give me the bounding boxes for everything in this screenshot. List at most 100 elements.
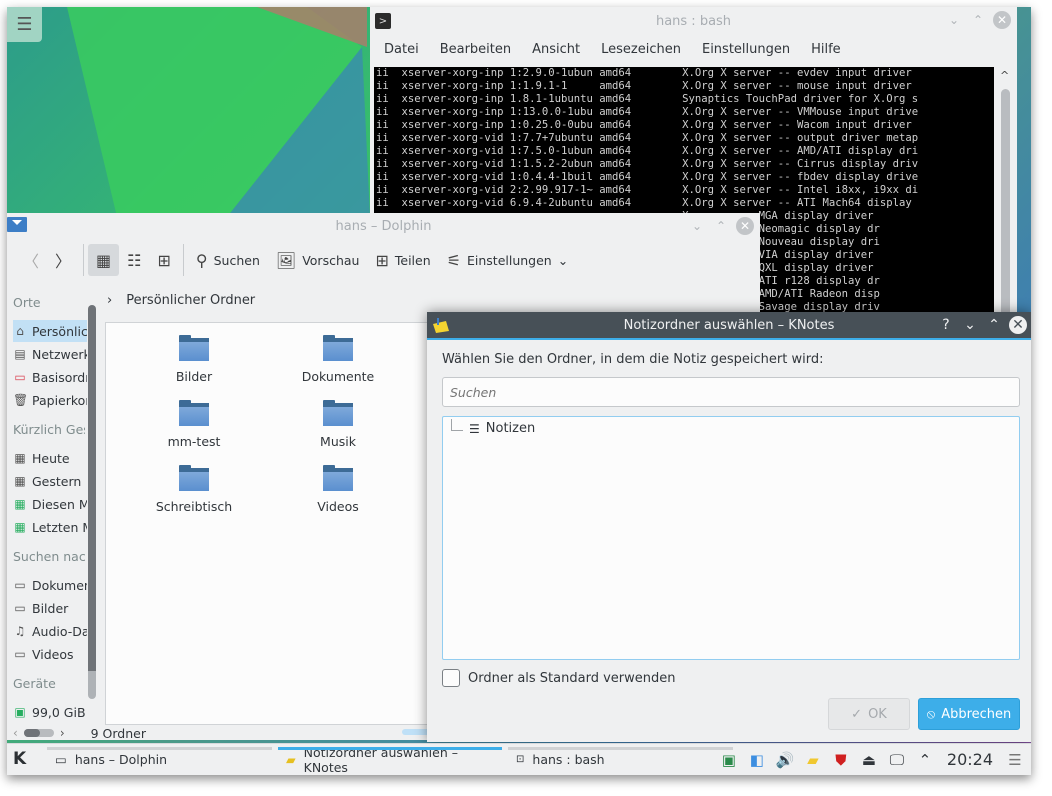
terminal-line: ii xserver-xorg-inp 1:0.25.0-0ubu amd64 … xyxy=(376,119,912,131)
preview-button[interactable]: 🖼 Vorschau xyxy=(268,244,368,276)
cancel-button[interactable]: ⦸ Abbrechen xyxy=(918,698,1020,730)
places-item[interactable]: ▦Diesen Monat xyxy=(13,493,87,515)
minimize-button[interactable]: ⌄ xyxy=(688,217,706,235)
places-item[interactable]: ▦Letzten Monat xyxy=(13,516,87,538)
search-input[interactable] xyxy=(442,377,1020,407)
places-item[interactable]: 🗑Papierkorb xyxy=(13,389,87,411)
folder-item[interactable]: Videos xyxy=(278,465,398,514)
default-folder-checkbox[interactable]: Ordner als Standard verwenden xyxy=(442,669,675,687)
close-button[interactable]: ✕ xyxy=(1009,316,1027,334)
terminal-icon: > xyxy=(375,13,391,29)
scrollbar-thumb[interactable] xyxy=(1001,89,1010,317)
details-view-button[interactable]: ⊞ xyxy=(150,244,179,276)
menu-ansicht[interactable]: Ansicht xyxy=(532,42,580,57)
split-button[interactable]: ⊞ Teilen xyxy=(367,244,438,276)
folder-item[interactable]: mm-test xyxy=(134,400,254,449)
places-item[interactable]: ♫Audio-Dateien xyxy=(13,620,87,642)
preview-label: Vorschau xyxy=(302,252,360,268)
breadcrumb-item[interactable]: Persönlicher Ordner xyxy=(126,293,255,308)
places-panel: Orte ⌂Persönlicher Ordner ▤Netzwerk ▭Bas… xyxy=(7,283,102,723)
display-icon[interactable]: 🖵 xyxy=(887,750,907,770)
network-icon: ▤ xyxy=(14,347,26,361)
network-manager-icon[interactable]: ▣ xyxy=(719,750,739,770)
places-item[interactable]: ▤ Netzwerk xyxy=(13,343,87,365)
back-button[interactable]: 〈 xyxy=(15,244,47,276)
checkbox[interactable] xyxy=(442,669,460,687)
knotes-icon: ▰ xyxy=(286,752,296,767)
settings-button[interactable]: ⚟ Einstellungen ⌄ xyxy=(439,244,577,276)
minimize-button[interactable]: ⌄ xyxy=(945,11,963,29)
folder-item[interactable]: Bilder xyxy=(134,335,254,384)
places-item[interactable]: ▦ Gestern xyxy=(13,470,87,492)
search-icon: ⚲ xyxy=(195,250,208,270)
menu-einstellungen[interactable]: Einstellungen xyxy=(702,42,790,57)
task-konsole[interactable]: ⊡ hans : bash xyxy=(508,744,733,775)
menu-bearbeiten[interactable]: Bearbeiten xyxy=(440,42,511,57)
search-label: Suchen xyxy=(213,252,260,268)
menu-lesezeichen[interactable]: Lesezeichen xyxy=(601,42,681,57)
places-item[interactable]: ▭Basisordner xyxy=(13,366,87,388)
places-item[interactable]: ▦ Heute xyxy=(13,447,87,469)
terminal-scrollbar[interactable]: ^ xyxy=(994,67,1017,317)
tray-expand-icon[interactable]: ⌃ xyxy=(915,750,935,770)
terminal-line: ii xserver-xorg-inp 1:13.0.0-1ubu amd64 … xyxy=(376,106,919,118)
check-icon: ✓ xyxy=(851,706,863,722)
scrollbar-thumb[interactable] xyxy=(88,305,96,695)
volume-icon[interactable]: 🔊 xyxy=(775,750,795,770)
terminal-line: ii xserver-xorg-vid 2:2.99.917-1~ amd64 … xyxy=(376,184,919,196)
forward-button[interactable]: 〉 xyxy=(47,244,79,276)
places-scrollbar[interactable] xyxy=(87,301,97,711)
close-button[interactable]: ✕ xyxy=(736,217,754,235)
icons-view-button[interactable]: ▦ xyxy=(88,244,120,276)
menu-datei[interactable]: Datei xyxy=(384,42,419,57)
folder-item[interactable]: Schreibtisch xyxy=(134,465,254,514)
panel-menu-icon[interactable]: ☰ xyxy=(1005,750,1025,770)
folder-icon xyxy=(323,400,353,426)
software-updates-icon[interactable]: ◧ xyxy=(747,750,767,770)
help-button[interactable]: ? xyxy=(937,316,955,334)
compact-view-button[interactable]: ☷ xyxy=(119,244,149,276)
dolphin-titlebar[interactable]: hans – Dolphin ⌄ ⌃ ✕ xyxy=(7,213,760,239)
task-knotes[interactable]: ▰ Notizordner auswählen – KNotes xyxy=(278,744,502,775)
maximize-button[interactable]: ⌃ xyxy=(969,11,987,29)
places-item[interactable]: ▣99,0 GiB Festplatte xyxy=(13,701,87,723)
places-item[interactable]: ▭ Bilder xyxy=(13,597,87,619)
note-folder-icon: ☰ xyxy=(469,421,480,436)
scroll-up-icon[interactable]: ^ xyxy=(1000,69,1009,82)
home-icon: ⌂ xyxy=(16,324,24,338)
file-view[interactable]: Bilder Dokumente mm-test Musik Schreibti… xyxy=(105,322,445,725)
close-button[interactable]: ✕ xyxy=(993,11,1011,29)
places-hscroll[interactable] xyxy=(23,729,54,737)
scroll-right-icon[interactable]: › xyxy=(60,726,65,740)
search-button[interactable]: ⚲ Suchen xyxy=(188,244,268,276)
chevron-left-icon: 〈 xyxy=(23,252,40,271)
tree-item-notizen[interactable]: ☰ Notizen xyxy=(451,418,535,436)
maximize-button[interactable]: ⌃ xyxy=(985,316,1003,334)
folder-item[interactable]: Dokumente xyxy=(278,335,398,384)
places-item[interactable]: ▭ Videos xyxy=(13,643,87,665)
kde-launcher-icon[interactable]: K xyxy=(13,749,26,769)
konsole-title: hans : bash xyxy=(655,13,732,29)
root-folder-icon: ▭ xyxy=(14,370,26,384)
scroll-left-icon[interactable]: ‹ xyxy=(13,726,18,740)
chevron-down-icon: ⌄ xyxy=(557,252,569,268)
places-item[interactable]: ▭Dokumente xyxy=(13,574,87,596)
ok-button[interactable]: ✓ OK xyxy=(828,698,910,730)
clock[interactable]: 20:24 xyxy=(947,750,993,769)
folder-item[interactable]: Musik xyxy=(278,400,398,449)
knotes-tray-icon[interactable]: ▰ xyxy=(803,750,823,770)
desktop-menu-button[interactable]: ☰ xyxy=(7,7,42,42)
konsole-titlebar[interactable]: > hans : bash ⌄ ⌃ ✕ xyxy=(370,7,1017,35)
menu-hilfe[interactable]: Hilfe xyxy=(811,42,841,57)
maximize-button[interactable]: ⌃ xyxy=(712,217,730,235)
chevron-right-icon[interactable]: › xyxy=(107,293,112,308)
usb-device-icon[interactable]: ⏏ xyxy=(859,750,879,770)
compact-view-icon: ☷ xyxy=(127,250,142,270)
minimize-button[interactable]: ⌄ xyxy=(961,316,979,334)
places-item[interactable]: ⌂Persönlicher Ordner xyxy=(13,320,87,342)
dialog-titlebar[interactable]: Notizordner auswählen – KNotes ? ⌄ ⌃ ✕ xyxy=(427,312,1031,340)
security-shield-icon[interactable]: ⛊ xyxy=(831,750,851,770)
task-dolphin[interactable]: ▭ hans – Dolphin xyxy=(47,744,272,775)
folder-tree[interactable]: ☰ Notizen xyxy=(442,416,1020,660)
calendar-icon: ▦ xyxy=(14,474,26,488)
